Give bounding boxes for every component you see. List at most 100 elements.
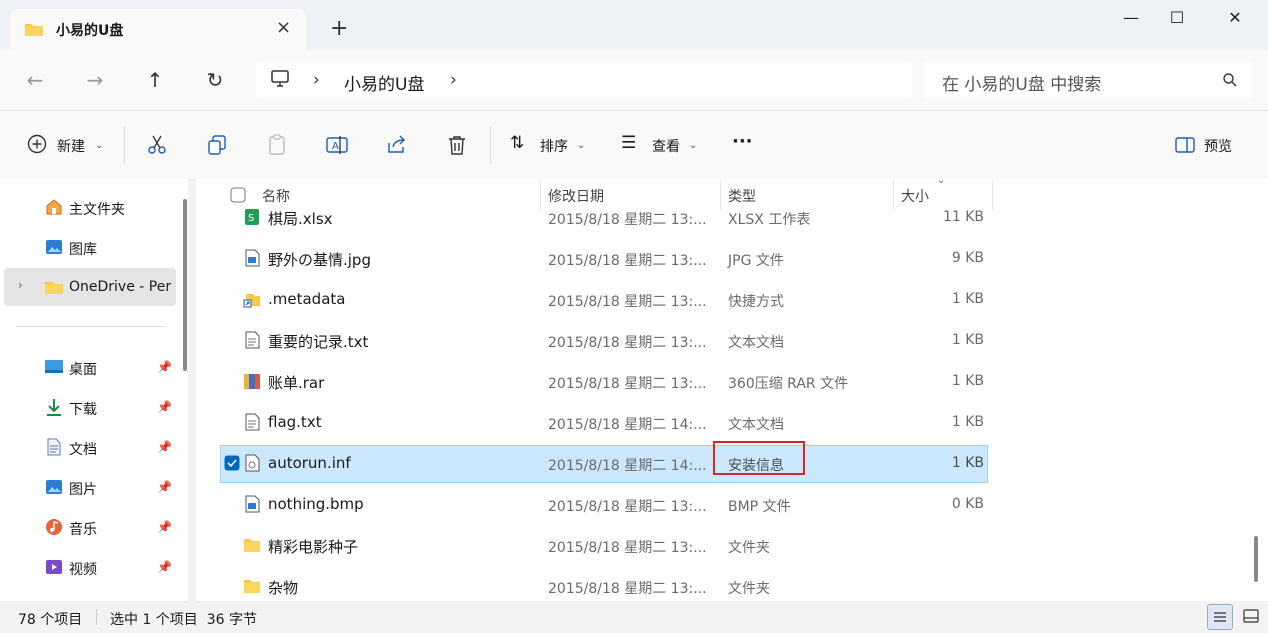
file-type: JPG 文件: [728, 253, 784, 269]
close-window-button[interactable]: ✕: [1212, 8, 1258, 32]
selection-info: 选中 1 个项目 36 字节: [110, 612, 257, 628]
file-date: 2015/8/18 星期二 13:...: [548, 540, 707, 556]
file-size: 0 KB: [951, 496, 984, 512]
file-type: 文件夹: [728, 581, 770, 597]
view-icon[interactable]: ☰: [621, 133, 636, 153]
folder-icon: [25, 24, 43, 36]
file-size: 9 KB: [951, 250, 984, 266]
preview-pane-icon[interactable]: [1173, 133, 1197, 157]
file-size: 11 KB: [942, 209, 984, 225]
forward-arrow-icon[interactable]: →: [80, 68, 110, 92]
minimize-button[interactable]: —: [1108, 8, 1154, 32]
sidebar-item-music[interactable]: 音乐 📌: [0, 508, 176, 546]
pin-icon[interactable]: 📌: [157, 360, 172, 374]
excel-file-icon: S: [245, 209, 259, 225]
sort-button[interactable]: 排序: [540, 136, 568, 156]
sidebar-item-gallery[interactable]: 图库: [0, 228, 176, 266]
image-file-icon: [245, 249, 260, 267]
toolbar-divider: [124, 126, 125, 164]
breadcrumb-chevron-icon[interactable]: ›: [450, 70, 457, 90]
share-icon[interactable]: [385, 133, 409, 157]
pin-icon[interactable]: 📌: [157, 560, 172, 574]
sort-icon[interactable]: ⇅: [510, 133, 524, 153]
cut-icon[interactable]: [145, 133, 169, 157]
pin-icon[interactable]: 📌: [157, 400, 172, 414]
sidebar-scrollbar[interactable]: [183, 199, 187, 371]
details-view-button[interactable]: [1207, 604, 1233, 630]
more-options-button[interactable]: ···: [732, 131, 753, 152]
file-name: 重要的记录.txt: [268, 333, 369, 351]
tab-active[interactable]: 小易的U盘 ×: [10, 9, 306, 50]
breadcrumb-current[interactable]: 小易的U盘: [344, 70, 424, 95]
file-date: 2015/8/18 星期二 13:...: [548, 294, 707, 310]
search-input[interactable]: 在 小易的U盘 中搜索: [942, 70, 1101, 95]
pin-icon[interactable]: 📌: [157, 520, 172, 534]
sidebar-item-label: 主文件夹: [69, 202, 125, 218]
sidebar-item-downloads[interactable]: 下载 📌: [0, 388, 176, 426]
sidebar-item-desktop[interactable]: 桌面 📌: [0, 348, 176, 386]
delete-icon[interactable]: [445, 133, 469, 157]
file-name: 账单.rar: [268, 374, 325, 392]
chevron-down-icon[interactable]: ⌄: [577, 140, 585, 151]
setup-info-file-icon: [245, 454, 260, 472]
shortcut-icon: [243, 294, 260, 308]
text-file-icon: [245, 413, 260, 431]
sort-chevron-icon: ⌄: [937, 175, 946, 186]
back-arrow-icon[interactable]: ←: [20, 68, 50, 92]
file-size: 1 KB: [951, 332, 984, 348]
tab-title: 小易的U盘: [56, 23, 124, 39]
sidebar-item-home[interactable]: 主文件夹: [0, 188, 176, 226]
sidebar-item-label: 图库: [69, 242, 97, 258]
folder-icon: [244, 539, 260, 552]
sidebar-item-pictures[interactable]: 图片 📌: [0, 468, 176, 506]
file-name: .metadata: [268, 290, 346, 308]
new-tab-button[interactable]: +: [330, 18, 348, 40]
home-icon: [46, 199, 62, 215]
svg-text:S: S: [248, 213, 254, 224]
pin-icon[interactable]: 📌: [157, 480, 172, 494]
item-count: 78 个项目: [18, 612, 83, 628]
view-button[interactable]: 查看: [652, 136, 680, 156]
file-date: 2015/8/18 星期二 14:...: [548, 458, 707, 474]
document-icon: [47, 438, 61, 456]
desktop-icon: [45, 360, 63, 373]
file-type: 文本文档: [728, 335, 784, 351]
file-date: 2015/8/18 星期二 13:...: [548, 253, 707, 269]
computer-icon: [271, 70, 289, 87]
maximize-button[interactable]: ☐: [1154, 8, 1200, 32]
rename-icon[interactable]: A: [325, 133, 349, 157]
toolbar-divider: [490, 126, 491, 164]
svg-text:A: A: [332, 141, 339, 152]
file-type: 360压缩 RAR 文件: [728, 376, 849, 392]
pin-icon[interactable]: 📌: [157, 440, 172, 454]
up-arrow-icon[interactable]: ↑: [140, 68, 170, 92]
search-icon[interactable]: [1222, 72, 1238, 88]
tiles-view-icon: [1243, 609, 1259, 623]
file-name: 杂物: [268, 579, 299, 597]
sidebar-item-videos[interactable]: 视频 📌: [0, 548, 176, 586]
file-size: 1 KB: [951, 373, 984, 389]
new-button[interactable]: 新建: [57, 136, 85, 156]
sidebar-item-documents[interactable]: 文档 📌: [0, 428, 176, 466]
breadcrumb-chevron-icon[interactable]: ›: [313, 70, 320, 90]
chevron-down-icon[interactable]: ⌄: [95, 140, 103, 151]
copy-icon[interactable]: [205, 133, 229, 157]
file-date: 2015/8/18 星期二 13:...: [548, 335, 707, 351]
file-type: 快捷方式: [728, 294, 784, 310]
file-name: 精彩电影种子: [268, 538, 359, 556]
tab-close-button[interactable]: ×: [276, 17, 291, 38]
paste-icon[interactable]: [265, 133, 289, 157]
file-list-scrollbar[interactable]: [1254, 536, 1258, 582]
new-icon[interactable]: [26, 133, 50, 157]
refresh-icon[interactable]: ↻: [200, 68, 230, 92]
chevron-down-icon[interactable]: ⌄: [689, 140, 697, 151]
preview-button[interactable]: 预览: [1204, 136, 1232, 156]
file-type: 文本文档: [728, 417, 784, 433]
file-size: 1 KB: [951, 455, 984, 471]
status-divider: [96, 609, 97, 625]
row-checkbox-checked[interactable]: [224, 455, 240, 471]
expand-chevron-icon[interactable]: ›: [18, 278, 23, 292]
tiles-view-button[interactable]: [1238, 604, 1264, 630]
sidebar-item-onedrive[interactable]: › OneDrive - Per: [4, 268, 176, 306]
column-divider[interactable]: [992, 180, 993, 210]
